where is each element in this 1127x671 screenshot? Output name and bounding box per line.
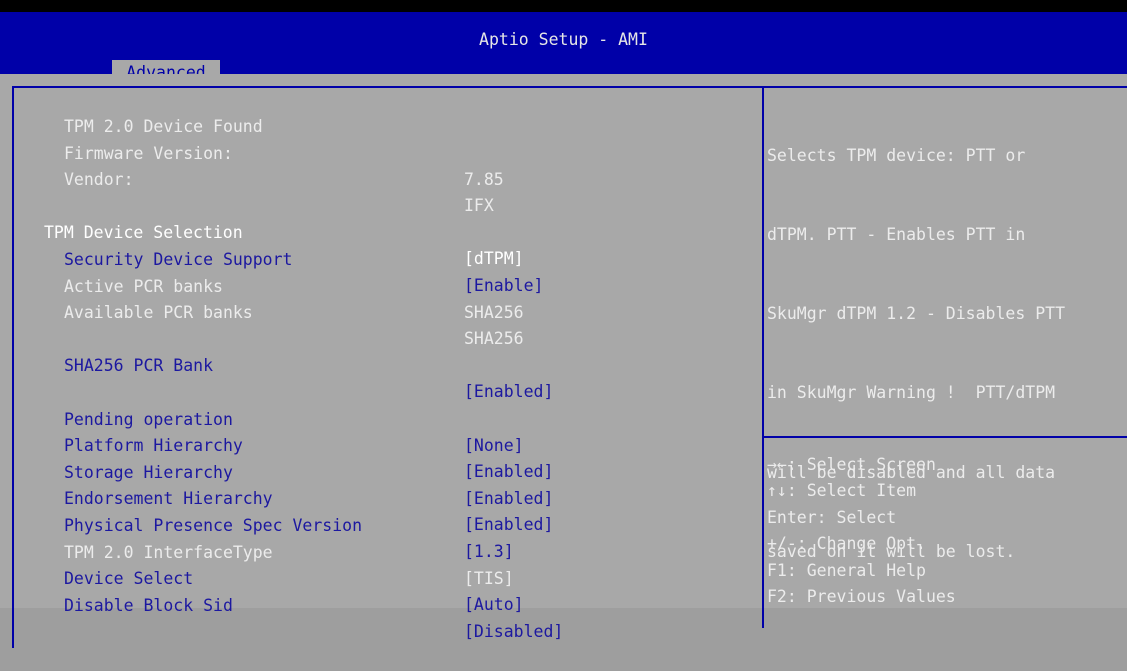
setting-row-device-select[interactable]: Device Select [Auto] <box>0 540 524 614</box>
setting-gap <box>0 354 60 380</box>
setting-value: [Auto] <box>464 595 524 615</box>
setting-value: [Enabled] <box>464 382 554 402</box>
help-line: in SkuMgr Warning ! PTT/dTPM <box>767 383 1056 403</box>
setting-label: Vendor: <box>64 170 134 190</box>
setting-row: Vendor: IFX <box>0 141 494 215</box>
setting-value: [Enable] <box>464 276 544 295</box>
help-line: dTPM. PTT - Enables PTT in <box>767 225 1026 245</box>
panel-divider <box>762 88 764 628</box>
main-panel: TPM 2.0 Device Found Firmware Version: 7… <box>0 74 1127 648</box>
setting-label: Disable Block Sid <box>64 595 233 615</box>
setting-label: SHA256 PCR Bank <box>64 356 214 376</box>
setting-value: [Enabled] <box>464 515 554 535</box>
setting-row-security-device-support[interactable]: Security Device Support [Enable] <box>0 221 543 295</box>
setting-row: Available PCR banks SHA256 <box>0 274 524 348</box>
setting-label: Storage Hierarchy <box>64 462 233 482</box>
setting-value: IFX <box>464 196 494 216</box>
setting-label: Available PCR banks <box>64 303 253 323</box>
setting-row-tpm-device-selection[interactable]: TPM Device Selection [dTPM] <box>0 194 524 268</box>
setting-row-physical-presence-spec-version[interactable]: Physical Presence Spec Version [1.3] <box>0 487 514 561</box>
header-bar: Aptio Setup - AMI Advanced <box>0 12 1127 84</box>
key-help-general-help: F1: General Help <box>767 560 926 580</box>
setting-row: TPM 2.0 InterfaceType [TIS] <box>0 514 514 588</box>
setting-gap <box>0 301 60 327</box>
setting-label: Endorsement Hierarchy <box>64 489 273 509</box>
setting-value: SHA256 <box>464 302 524 322</box>
setting-row-storage-hierarchy[interactable]: Storage Hierarchy [Enabled] <box>0 434 553 508</box>
setting-label: Active PCR banks <box>64 276 223 296</box>
setting-gap <box>0 168 60 194</box>
key-help-enter: Enter: Select <box>767 507 897 527</box>
setting-label: Device Select <box>64 569 194 589</box>
help-line: SkuMgr dTPM 1.2 - Disables PTT <box>767 304 1066 324</box>
top-border <box>0 0 1127 12</box>
setting-row-pending-operation[interactable]: Pending operation [None] <box>0 381 524 455</box>
key-help-change-opt: +/-: Change Opt. <box>767 534 926 554</box>
setting-label: Platform Hierarchy <box>64 436 243 456</box>
setting-value: [Enabled] <box>464 488 554 508</box>
key-help-select-item: ↑↓: Select Item <box>767 481 917 501</box>
setting-value: [Disabled] <box>464 621 564 641</box>
setting-row: TPM 2.0 Device Found <box>0 88 263 136</box>
setting-label: Security Device Support <box>64 250 293 269</box>
setting-row: Active PCR banks SHA256 <box>0 248 524 322</box>
setting-row-sha256-pcr-bank[interactable]: SHA256 PCR Bank [Enabled] <box>0 327 553 401</box>
setting-value: [dTPM] <box>464 249 524 269</box>
setting-label: Physical Presence Spec Version <box>64 516 363 535</box>
setting-label: TPM Device Selection <box>44 223 243 243</box>
key-help-previous-values: F2: Previous Values <box>767 586 956 606</box>
setting-value: [TIS] <box>464 568 514 588</box>
help-line: Selects TPM device: PTT or <box>767 145 1026 165</box>
setting-label: Pending operation <box>64 409 233 429</box>
setting-value: [1.3] <box>464 542 514 561</box>
setting-value: 7.85 <box>464 169 504 189</box>
setting-label: Firmware Version: <box>64 143 233 163</box>
setting-value: SHA256 <box>464 329 524 349</box>
setting-row-disable-block-sid[interactable]: Disable Block Sid [Disabled] <box>0 567 563 641</box>
setting-label: TPM 2.0 Device Found <box>64 117 263 136</box>
setting-value: [None] <box>464 435 524 455</box>
app-title: Aptio Setup - AMI <box>479 30 648 49</box>
setting-value: [Enabled] <box>464 462 554 482</box>
setting-label: TPM 2.0 InterfaceType <box>64 542 273 562</box>
setting-row-platform-hierarchy[interactable]: Platform Hierarchy [Enabled] <box>0 407 553 481</box>
setting-row-endorsement-hierarchy[interactable]: Endorsement Hierarchy [Enabled] <box>0 460 553 534</box>
setting-row: Firmware Version: 7.85 <box>0 115 504 189</box>
key-help-select-screen: →←: Select Screen <box>767 455 936 474</box>
key-help: →←: Select Screen ↑↓: Select Item Enter:… <box>767 452 1122 610</box>
